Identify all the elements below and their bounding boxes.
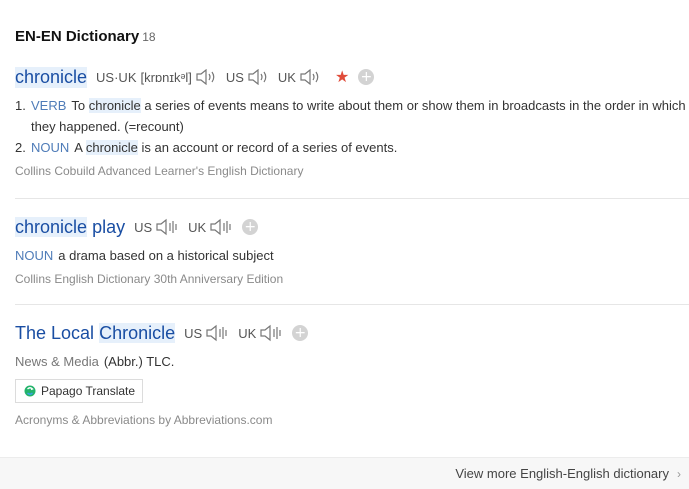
sense-list: 1. VERB To chronicle a series of events m… — [15, 95, 687, 158]
headword-highlight: chronicle — [15, 216, 88, 237]
entry-headline: chronicle play US UK + — [15, 215, 687, 239]
sense-definition: a drama based on a historical subject — [58, 248, 274, 263]
entry-headline: chronicle US·UK [krɒnɪkᵊl] US UK ★ + — [15, 65, 687, 89]
source-label: Acronyms & Abbreviations by Abbreviation… — [15, 413, 273, 427]
speaker-uk-icon[interactable] — [259, 324, 283, 342]
entry-chronicle-play: chronicle play US UK + NOUN a drama based… — [15, 215, 687, 286]
sense-pos: NOUN — [31, 140, 70, 155]
sense-text-pre: To — [71, 98, 86, 113]
view-more-label: View more English-English dictionary — [455, 466, 669, 481]
us-label: US — [184, 325, 203, 341]
sense-category: News & Media — [15, 354, 99, 369]
sense-number: 2. — [15, 140, 26, 155]
sense-keyword: chronicle — [88, 98, 141, 113]
divider — [15, 304, 689, 305]
pron-us: US — [226, 69, 269, 85]
papago-translate-button[interactable]: Papago Translate — [15, 379, 143, 403]
pron-label: US·UK — [96, 69, 137, 85]
speaker-icon[interactable] — [195, 69, 217, 85]
dictionary-title: EN-EN Dictionary — [15, 28, 140, 45]
pron-ipa: [krɒnɪkᵊl] — [140, 69, 192, 85]
add-wordbook-icon[interactable]: + — [292, 325, 309, 341]
sense-item: News & Media (Abbr.) TLC. — [15, 351, 687, 372]
sense-text-post: is an account or record of a series of e… — [141, 140, 398, 155]
us-label: US — [134, 219, 153, 235]
divider — [15, 198, 689, 199]
sense-text-pre: A — [74, 140, 83, 155]
pron-uk: UK — [238, 324, 283, 342]
add-wordbook-icon[interactable]: + — [358, 69, 375, 85]
chevron-right-icon: › — [677, 466, 681, 481]
headword-link[interactable]: chronicle — [15, 66, 88, 88]
footer-bar: View more English-English dictionary › — [0, 457, 689, 489]
speaker-uk-icon[interactable] — [209, 218, 233, 236]
uk-label: UK — [277, 69, 296, 85]
us-label: US — [225, 69, 244, 85]
speaker-uk-icon[interactable] — [299, 69, 321, 85]
headword-rest: play — [92, 216, 126, 237]
headword-link[interactable]: chronicle play — [15, 216, 126, 238]
sense-number: 1. — [15, 98, 26, 113]
speaker-us-icon[interactable] — [205, 324, 229, 342]
sense-item: NOUN a drama based on a historical subjec… — [15, 245, 687, 266]
source-label: Collins English Dictionary 30th Annivers… — [15, 272, 284, 286]
sense-definition: (Abbr.) TLC. — [103, 354, 175, 369]
entry-headline: The Local Chronicle US UK + — [15, 321, 687, 345]
headword-link[interactable]: The Local Chronicle — [15, 322, 176, 344]
headword-highlight: Chronicle — [99, 322, 176, 343]
sense-keyword: chronicle — [85, 140, 138, 155]
uk-label: UK — [188, 219, 207, 235]
source-label: Collins Cobuild Advanced Learner's Engli… — [15, 164, 304, 178]
speaker-us-icon[interactable] — [247, 69, 269, 85]
dictionary-header: EN-EN Dictionary 18 — [15, 28, 156, 45]
sense-pos: VERB — [31, 98, 67, 113]
pron-us: US — [184, 324, 229, 342]
sense-item: 1. VERB To chronicle a series of events m… — [15, 95, 687, 137]
papago-icon — [24, 385, 36, 397]
view-more-link[interactable]: View more English-English dictionary › — [455, 466, 681, 481]
pronunciation: US·UK [krɒnɪkᵊl] — [96, 69, 217, 85]
headword-pre: The Local — [15, 322, 95, 343]
speaker-us-icon[interactable] — [155, 218, 179, 236]
result-count: 18 — [142, 30, 156, 44]
sense-item: 2. NOUN A chronicle is an account or reco… — [15, 137, 687, 158]
favorite-star-icon[interactable]: ★ — [335, 67, 349, 87]
entry-chronicle: chronicle US·UK [krɒnɪkᵊl] US UK ★ + 1. … — [15, 65, 687, 178]
pron-uk: UK — [188, 218, 233, 236]
papago-label: Papago Translate — [41, 384, 136, 398]
pron-uk: UK — [278, 69, 321, 85]
uk-label: UK — [238, 325, 257, 341]
sense-pos: NOUN — [15, 248, 54, 263]
entry-local-chronicle: The Local Chronicle US UK + News & Media… — [15, 321, 687, 372]
pron-us: US — [134, 218, 179, 236]
add-wordbook-icon[interactable]: + — [242, 219, 259, 235]
